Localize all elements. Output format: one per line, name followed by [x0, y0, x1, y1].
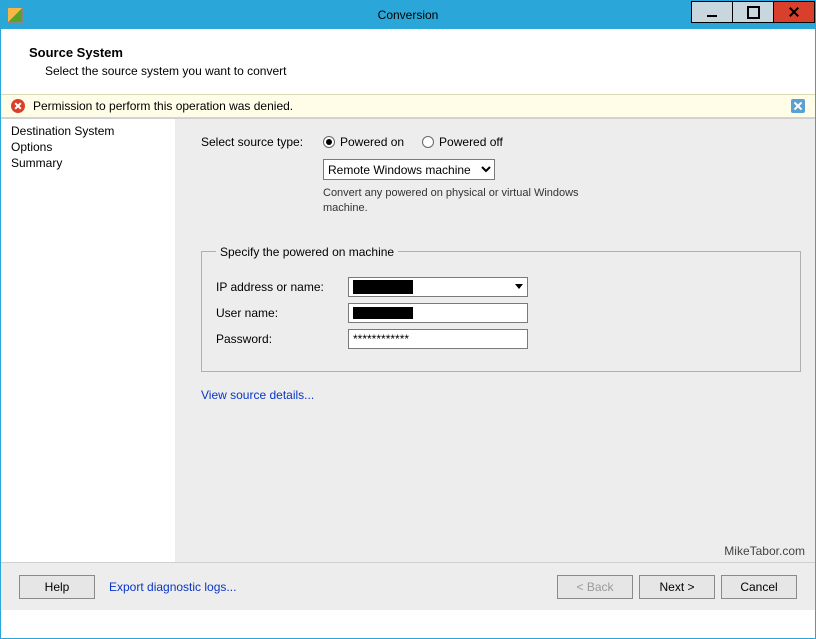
error-icon [11, 99, 25, 113]
close-button[interactable] [773, 1, 815, 23]
radio-off-indicator [422, 136, 434, 148]
source-type-label: Select source type: [201, 135, 323, 149]
alert-close-icon[interactable] [791, 99, 805, 113]
chevron-down-icon [511, 278, 527, 296]
wizard-footer: Help Export diagnostic logs... < Back Ne… [1, 562, 815, 610]
watermark: MikeTabor.com [724, 544, 805, 558]
window-title: Conversion [378, 8, 439, 22]
group-legend: Specify the powered on machine [216, 245, 398, 259]
page-title: Source System [29, 45, 795, 60]
sidebar-item-options[interactable]: Options [11, 139, 165, 155]
wizard-header: Source System Select the source system y… [1, 29, 815, 94]
back-button[interactable]: < Back [557, 575, 633, 599]
radio-off-label: Powered off [439, 135, 503, 149]
radio-on-label: Powered on [340, 135, 404, 149]
password-input[interactable] [348, 329, 528, 349]
wizard-content: Select source type: Powered on Powered o… [175, 119, 815, 562]
ip-address-combo[interactable] [348, 277, 528, 297]
machine-credentials-group: Specify the powered on machine IP addres… [201, 245, 801, 372]
sidebar-item-summary[interactable]: Summary [11, 155, 165, 171]
cancel-button[interactable]: Cancel [721, 575, 797, 599]
username-input[interactable] [348, 303, 528, 323]
username-label: User name: [216, 306, 348, 320]
username-value-redacted [353, 307, 413, 319]
help-button[interactable]: Help [19, 575, 95, 599]
window-controls [692, 1, 815, 29]
page-subtitle: Select the source system you want to con… [45, 64, 795, 78]
view-source-details-link[interactable]: View source details... [201, 388, 314, 402]
next-button[interactable]: Next > [639, 575, 715, 599]
radio-powered-on[interactable]: Powered on [323, 135, 404, 149]
sidebar-item-destination[interactable]: Destination System [11, 123, 165, 139]
maximize-button[interactable] [732, 1, 774, 23]
wizard-body: Destination System Options Summary Selec… [1, 118, 815, 562]
radio-on-indicator [323, 136, 335, 148]
alert-bar: Permission to perform this operation was… [1, 94, 815, 118]
app-icon [7, 7, 23, 23]
wizard-steps-sidebar: Destination System Options Summary [1, 119, 175, 562]
password-label: Password: [216, 332, 348, 346]
minimize-button[interactable] [691, 1, 733, 23]
title-bar: Conversion [1, 1, 815, 29]
ip-value-redacted [353, 280, 413, 294]
export-logs-link[interactable]: Export diagnostic logs... [109, 580, 236, 594]
machine-type-hint: Convert any powered on physical or virtu… [323, 186, 583, 217]
radio-powered-off[interactable]: Powered off [422, 135, 503, 149]
alert-message: Permission to perform this operation was… [33, 99, 293, 113]
ip-label: IP address or name: [216, 280, 348, 294]
machine-type-select[interactable]: Remote Windows machine [323, 159, 495, 180]
